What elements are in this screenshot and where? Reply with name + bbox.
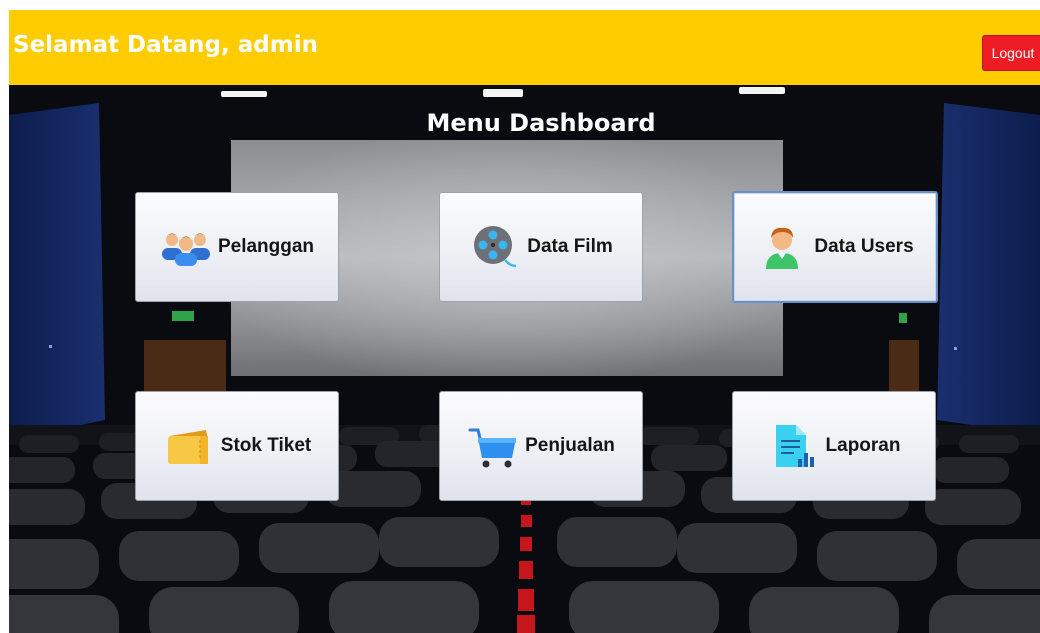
app-window: Selamat Datang, admin Logout Menu Dashbo… <box>9 10 1040 633</box>
report-icon <box>768 423 820 469</box>
menu-label: Penjualan <box>525 435 615 456</box>
dashboard-area: Menu Dashboard Pelanggan Data Film Data … <box>9 85 1040 633</box>
menu-label: Pelanggan <box>217 236 315 257</box>
menu-label: Laporan <box>825 435 901 456</box>
people-group-icon <box>160 224 212 270</box>
film-reel-icon <box>469 224 521 270</box>
menu-button-data-film[interactable]: Data Film <box>439 192 643 302</box>
menu-label: Stok Tiket <box>220 435 312 456</box>
user-icon <box>756 224 808 270</box>
menu-button-laporan[interactable]: Laporan <box>732 391 936 501</box>
menu-button-data-users[interactable]: Data Users <box>732 191 938 303</box>
menu-button-stok-tiket[interactable]: Stok Tiket <box>135 391 339 501</box>
header-bar: Selamat Datang, admin Logout <box>9 10 1040 85</box>
cinema-background-image <box>9 85 1040 633</box>
welcome-text: Selamat Datang, admin <box>13 32 318 58</box>
menu-button-pelanggan[interactable]: Pelanggan <box>135 192 339 302</box>
shopping-cart-icon <box>467 423 519 469</box>
menu-label: Data Film <box>527 236 613 257</box>
menu-button-penjualan[interactable]: Penjualan <box>439 391 643 501</box>
logout-button[interactable]: Logout <box>982 35 1040 71</box>
menu-label: Data Users <box>814 236 914 257</box>
ticket-icon <box>163 423 215 469</box>
dashboard-title: Menu Dashboard <box>426 109 656 137</box>
